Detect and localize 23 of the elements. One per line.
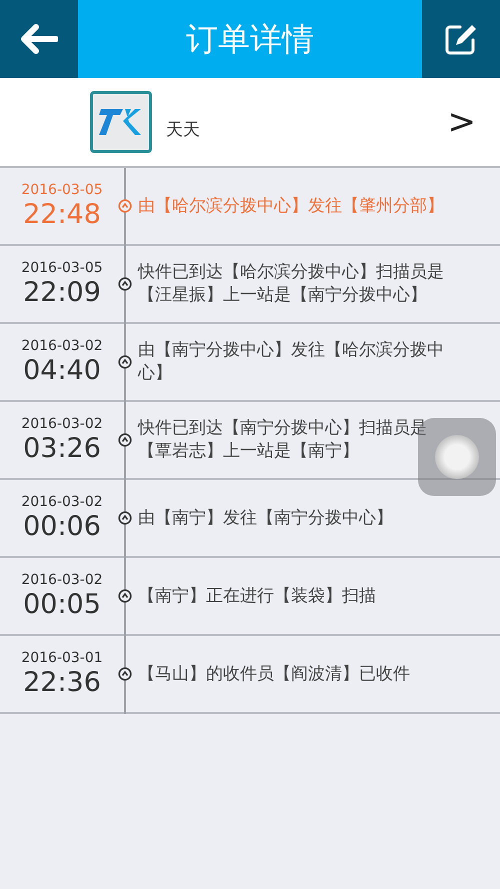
event-date: 2016-03-05 — [20, 260, 104, 277]
event-time: 03:26 — [22, 432, 102, 464]
event-date: 2016-03-02 — [20, 338, 104, 355]
event-time: 22:36 — [22, 666, 102, 698]
event-time: 00:06 — [22, 510, 102, 542]
event-time: 22:48 — [22, 198, 102, 230]
event-time: 04:40 — [22, 354, 102, 386]
event-time: 00:05 — [22, 588, 102, 620]
event-description: 由【南宁分拨中心】发往【哈尔滨分拨中心】 — [138, 339, 445, 385]
event-description: 由【哈尔滨分拨中心】发往【肇州分部】 — [138, 194, 445, 218]
event-description: 【南宁】正在进行【装袋】扫描 — [138, 584, 377, 608]
event-date: 2016-03-02 — [20, 494, 104, 511]
page-title: 订单详情 — [78, 0, 422, 78]
event-time: 22:09 — [22, 276, 102, 308]
event-description: 快件已到达【南宁分拨中心】扫描员是【覃岩志】上一站是【南宁】 — [138, 417, 428, 463]
event-description: 快件已到达【哈尔滨分拨中心】扫描员是【汪星振】上一站是【南宁分拨中心】 — [138, 261, 445, 307]
event-description: 【马山】的收件员【阎波清】已收件 — [138, 662, 411, 686]
event-date: 2016-03-02 — [20, 572, 104, 589]
company-name: 天天 — [166, 119, 201, 142]
event-date: 2016-03-05 — [20, 182, 104, 199]
event-date: 2016-03-02 — [20, 416, 104, 433]
event-date: 2016-03-01 — [20, 650, 104, 667]
event-description: 由【南宁】发往【南宁分拨中心】 — [138, 506, 394, 530]
